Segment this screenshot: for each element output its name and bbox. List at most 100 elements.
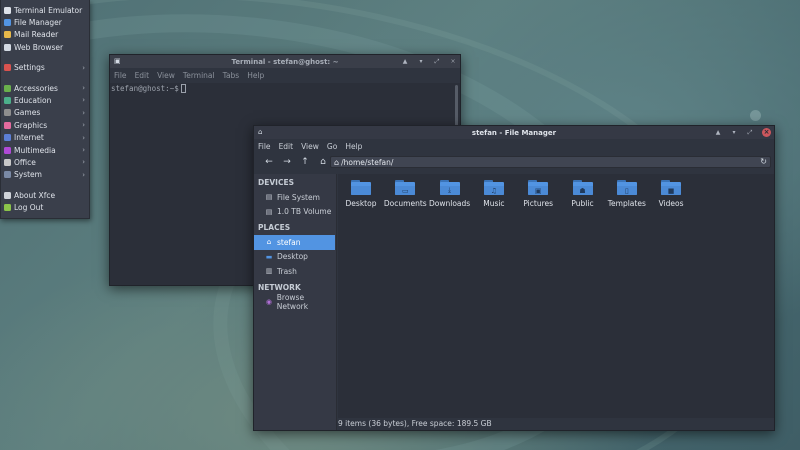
terminal-cursor: [180, 84, 186, 93]
internet-icon: [4, 134, 11, 142]
shade-icon[interactable]: ▲: [401, 58, 409, 65]
file-item[interactable]: ▣ Pictures: [516, 180, 560, 208]
sidebar-item-1-0-tb-volume[interactable]: ▤ 1.0 TB Volume: [254, 205, 336, 220]
maximize-icon[interactable]: ⤢: [746, 129, 754, 137]
chevron-right-icon: ›: [82, 108, 85, 117]
file-label: Pictures: [523, 199, 554, 208]
file-label: Public: [571, 199, 594, 208]
close-icon[interactable]: ×: [449, 58, 457, 65]
chevron-right-icon: ›: [82, 158, 85, 167]
file-label: Templates: [607, 199, 646, 208]
location-bar[interactable]: ⌂ /home/stefan/ ↻: [330, 156, 771, 168]
side-pane: DEVICES ▤ File System ▤ 1.0 TB Volume PLACE…: [254, 174, 337, 430]
forward-arrow-icon[interactable]: →: [278, 157, 296, 167]
music-folder-icon: ♫: [483, 180, 504, 195]
menu-file[interactable]: File: [114, 71, 127, 80]
shade-icon[interactable]: ▲: [714, 129, 722, 136]
location-path: /home/stefan/: [341, 157, 394, 167]
home-icon: ⌂: [258, 128, 263, 136]
home-icon: ⌂: [334, 157, 340, 167]
devices-list: ▤ File System ▤ 1.0 TB Volume: [254, 190, 336, 219]
file-item[interactable]: ⤓ Downloads: [428, 180, 472, 208]
reload-icon[interactable]: ↻: [760, 157, 767, 166]
education-icon: [4, 97, 11, 105]
templates-folder-icon: ▯: [616, 180, 637, 195]
menu-item-label: Internet: [14, 133, 44, 143]
network-list: ◉ Browse Network: [254, 293, 336, 311]
close-icon[interactable]: ×: [762, 128, 771, 137]
terminal-prompt: stefan@ghost:~$: [111, 84, 179, 93]
sidebar-item-desktop[interactable]: ▬ Desktop: [254, 250, 336, 265]
menu-item-web-browser[interactable]: Web Browser: [1, 41, 89, 53]
file-label: Music: [483, 199, 505, 208]
file-view[interactable]: Desktop ▭ Documents ⤓ Downloads ♫ Music ▣ Pictur…: [338, 174, 774, 430]
sidebar-item-label: File System: [277, 192, 320, 202]
file-item[interactable]: ■ Videos: [649, 180, 693, 208]
file-item[interactable]: ♫ Music: [472, 180, 516, 208]
back-arrow-icon[interactable]: ←: [260, 157, 278, 167]
menu-item-education[interactable]: Education ›: [1, 94, 89, 106]
menu-item-terminal-emulator[interactable]: Terminal Emulator: [1, 4, 89, 16]
menu-view[interactable]: View: [157, 71, 175, 80]
file-manager-titlebar[interactable]: ⌂ stefan - File Manager ▲ ▾ ⤢ ×: [254, 126, 774, 139]
menu-tabs[interactable]: Tabs: [223, 71, 240, 80]
terminal-icon: ▣: [114, 57, 121, 65]
menu-file[interactable]: File: [258, 142, 271, 151]
devices-heading: DEVICES: [258, 178, 294, 187]
drive-icon: ▤: [265, 193, 273, 202]
menu-item-label: System: [14, 170, 42, 180]
menu-item-office[interactable]: Office ›: [1, 156, 89, 168]
menu-help[interactable]: Help: [247, 71, 264, 80]
menu-item-settings[interactable]: Settings ›: [1, 62, 89, 74]
menu-item-about-xfce[interactable]: About Xfce: [1, 189, 89, 201]
chevron-right-icon: ›: [82, 63, 85, 72]
up-arrow-icon[interactable]: ↑: [296, 157, 314, 167]
applications-menu[interactable]: Terminal Emulator File Manager Mail Reader…: [0, 0, 90, 219]
menu-item-internet[interactable]: Internet ›: [1, 132, 89, 144]
minimize-icon[interactable]: ▾: [417, 58, 425, 65]
sidebar-item-file-system[interactable]: ▤ File System: [254, 190, 336, 205]
terminal-icon: [4, 6, 11, 14]
chevron-right-icon: ›: [82, 96, 85, 105]
file-item[interactable]: ▯ Templates: [605, 180, 649, 208]
folder-glyph: ▣: [528, 186, 549, 195]
terminal-titlebar[interactable]: ▣ Terminal - stefan@ghost: ~ ▲ ▾ ⤢ ×: [110, 55, 460, 68]
menu-item-system[interactable]: System ›: [1, 169, 89, 181]
accessories-icon: [4, 84, 11, 92]
menu-terminal[interactable]: Terminal: [183, 71, 215, 80]
file-manager-window[interactable]: ⌂ stefan - File Manager ▲ ▾ ⤢ × File Edit…: [253, 125, 775, 431]
menu-item-multimedia[interactable]: Multimedia ›: [1, 144, 89, 156]
menu-item-accessories[interactable]: Accessories ›: [1, 82, 89, 94]
terminal-title: Terminal - stefan@ghost: ~: [231, 57, 339, 66]
menu-item-log-out[interactable]: Log Out: [1, 201, 89, 213]
chevron-right-icon: ›: [82, 121, 85, 130]
menu-edit[interactable]: Edit: [279, 142, 294, 151]
folder-glyph: ▯: [616, 186, 637, 195]
menu-item-file-manager[interactable]: File Manager: [1, 16, 89, 28]
minimize-icon[interactable]: ▾: [730, 129, 738, 136]
folder-glyph: [351, 186, 371, 195]
sidebar-item-browse-network[interactable]: ◉ Browse Network: [254, 293, 336, 311]
menu-separator: [1, 74, 89, 82]
desktop-decor-dot: [750, 110, 761, 121]
sidebar-item-stefan[interactable]: ⌂ stefan: [254, 235, 335, 250]
maximize-icon[interactable]: ⤢: [433, 58, 441, 66]
menu-item-games[interactable]: Games ›: [1, 107, 89, 119]
file-item[interactable]: ☗ Public: [561, 180, 605, 208]
menu-item-graphics[interactable]: Graphics ›: [1, 119, 89, 131]
multimedia-icon: [4, 146, 11, 154]
menu-view[interactable]: View: [301, 142, 319, 151]
menu-edit[interactable]: Edit: [135, 71, 150, 80]
folder-glyph: ▭: [395, 186, 416, 195]
menu-item-mail-reader[interactable]: Mail Reader: [1, 29, 89, 41]
menu-go[interactable]: Go: [327, 142, 337, 151]
file-manager-menubar: File Edit View Go Help: [254, 139, 774, 153]
menu-item-label: Games: [14, 108, 41, 118]
file-item[interactable]: Desktop: [339, 180, 383, 208]
menu-help[interactable]: Help: [345, 142, 362, 151]
sidebar-item-trash[interactable]: ▥ Trash: [254, 264, 336, 279]
file-item[interactable]: ▭ Documents: [383, 180, 427, 208]
menu-item-label: About Xfce: [14, 190, 56, 200]
trash-icon: ▥: [265, 267, 273, 276]
downloads-folder-icon: ⤓: [439, 180, 460, 195]
